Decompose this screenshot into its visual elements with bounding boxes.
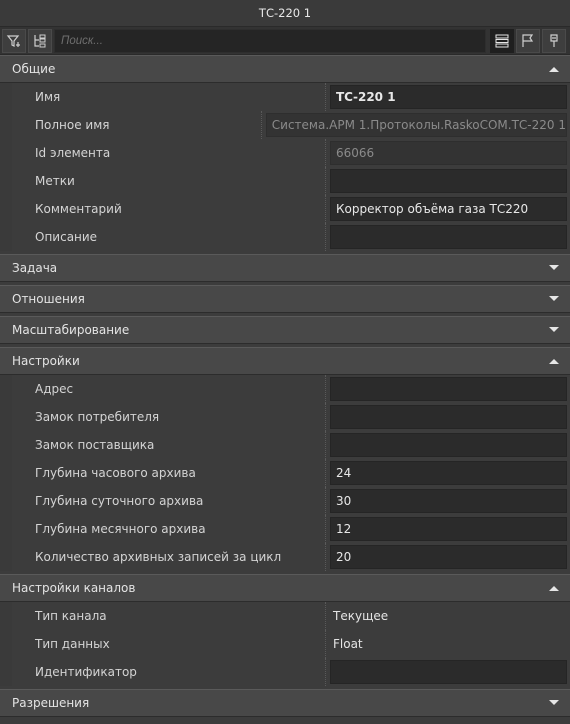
property-label: Глубина часового архива <box>0 459 326 487</box>
section-channel-settings-header[interactable]: Настройки каналов <box>0 574 570 602</box>
section-general-body: Имя ТС-220 1 Полное имя Система.АРМ 1.Пр… <box>0 83 570 251</box>
property-label: Комментарий <box>0 195 326 223</box>
tree-filter-icon[interactable] <box>28 28 52 53</box>
address-field[interactable] <box>330 377 567 401</box>
comment-field[interactable]: Корректор объёма газа ТС220 <box>330 197 567 221</box>
property-label: Глубина месячного архива <box>0 515 326 543</box>
property-row: Глубина суточного архива 30 <box>0 487 570 515</box>
identifier-field[interactable] <box>330 660 567 684</box>
section-settings-body: Адрес Замок потребителя Замок поставщика… <box>0 375 570 571</box>
chevron-up-icon <box>549 359 559 364</box>
daily-archive-depth-field[interactable]: 30 <box>330 489 567 513</box>
window-title: ТС-220 1 <box>0 0 570 27</box>
chevron-down-icon <box>549 265 559 270</box>
section-task-title: Задача <box>12 261 58 275</box>
property-label: Имя <box>0 83 326 111</box>
tags-field[interactable] <box>330 169 567 193</box>
property-label: Тип канала <box>0 602 326 630</box>
property-row: Замок потребителя <box>0 403 570 431</box>
pin-icon[interactable] <box>542 28 566 53</box>
chevron-up-icon <box>549 586 559 591</box>
property-row: Замок поставщика <box>0 431 570 459</box>
property-row: Глубина часового архива 24 <box>0 459 570 487</box>
section-scaling-header[interactable]: Масштабирование <box>0 316 570 344</box>
property-label: Метки <box>0 167 326 195</box>
property-row: Метки <box>0 167 570 195</box>
hourly-archive-depth-field[interactable]: 24 <box>330 461 567 485</box>
property-label: Описание <box>0 223 326 251</box>
property-row: Комментарий Корректор объёма газа ТС220 <box>0 195 570 223</box>
description-field[interactable] <box>330 225 567 249</box>
section-channel-settings-title: Настройки каналов <box>12 581 136 595</box>
section-settings-title: Настройки <box>12 354 80 368</box>
property-label: Адрес <box>0 375 326 403</box>
property-row: Описание <box>0 223 570 251</box>
property-label: Тип данных <box>0 630 326 658</box>
property-label: Полное имя <box>0 111 262 139</box>
property-row: Имя ТС-220 1 <box>0 83 570 111</box>
section-relations-header[interactable]: Отношения <box>0 285 570 313</box>
property-label: Id элемента <box>0 139 326 167</box>
property-row: Полное имя Система.АРМ 1.Протоколы.Rasko… <box>0 111 570 139</box>
chevron-down-icon <box>549 700 559 705</box>
chevron-down-icon <box>549 296 559 301</box>
property-label: Количество архивных записей за цикл <box>0 543 326 571</box>
element-id-field: 66066 <box>330 141 567 165</box>
consumer-lock-field[interactable] <box>330 405 567 429</box>
filter-icon[interactable] <box>2 28 26 53</box>
property-row: Тип данных Float <box>0 630 570 658</box>
chevron-down-icon <box>549 327 559 332</box>
section-relations-title: Отношения <box>12 292 85 306</box>
property-row: Тип канала Текущее <box>0 602 570 630</box>
property-row: Адрес <box>0 375 570 403</box>
section-permissions-title: Разрешения <box>12 696 90 710</box>
chevron-up-icon <box>549 67 559 72</box>
section-permissions-header[interactable]: Разрешения <box>0 689 570 717</box>
supplier-lock-field[interactable] <box>330 433 567 457</box>
search-input[interactable] <box>54 28 486 53</box>
property-row: Идентификатор <box>0 658 570 686</box>
property-row: Id элемента 66066 <box>0 139 570 167</box>
property-label: Глубина суточного архива <box>0 487 326 515</box>
section-general-header[interactable]: Общие <box>0 55 570 83</box>
archive-records-per-cycle-field[interactable]: 20 <box>330 545 567 569</box>
name-field[interactable]: ТС-220 1 <box>330 85 567 109</box>
full-name-field: Система.АРМ 1.Протоколы.RaskoCOM.ТС-220 … <box>265 113 567 137</box>
section-general-title: Общие <box>12 62 56 76</box>
property-label: Идентификатор <box>0 658 326 686</box>
flag-icon[interactable] <box>516 28 540 53</box>
property-label: Замок потребителя <box>0 403 326 431</box>
channel-type-value[interactable]: Текущее <box>330 609 388 623</box>
section-channel-settings-body: Тип канала Текущее Тип данных Float Иден… <box>0 602 570 686</box>
section-settings-header[interactable]: Настройки <box>0 347 570 375</box>
data-type-value[interactable]: Float <box>330 637 363 651</box>
section-task-header[interactable]: Задача <box>0 254 570 282</box>
property-label: Замок поставщика <box>0 431 326 459</box>
section-scaling-title: Масштабирование <box>12 323 130 337</box>
list-view-icon[interactable] <box>490 28 514 53</box>
monthly-archive-depth-field[interactable]: 12 <box>330 517 567 541</box>
toolbar <box>0 27 570 55</box>
property-row: Глубина месячного архива 12 <box>0 515 570 543</box>
property-row: Количество архивных записей за цикл 20 <box>0 543 570 571</box>
